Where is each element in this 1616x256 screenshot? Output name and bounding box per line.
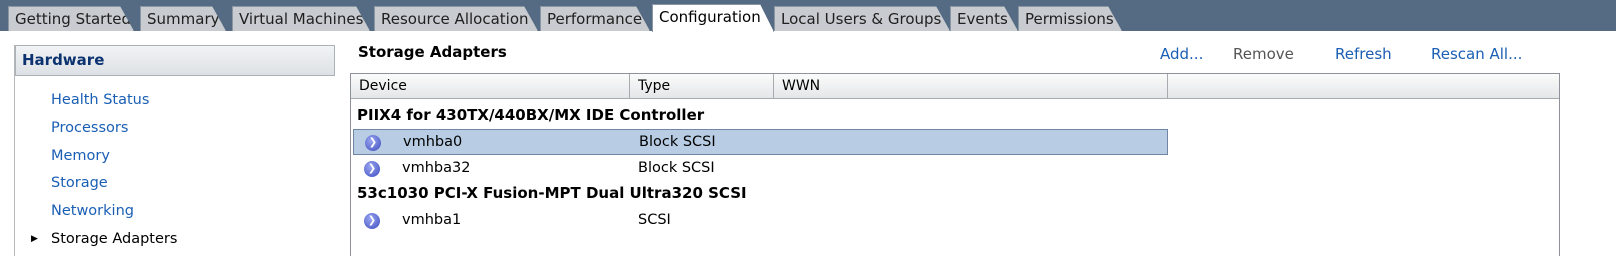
- column-header-type[interactable]: Type: [630, 74, 774, 98]
- nav-item-label: Storage Adapters: [51, 230, 178, 247]
- column-header-wwn[interactable]: WWN: [774, 74, 1168, 98]
- device-cell: vmhba1: [402, 212, 462, 228]
- hardware-nav-list: Health Status Processors Memory Storage …: [15, 87, 335, 254]
- nav-item-memory[interactable]: Memory: [15, 143, 335, 171]
- type-cell: Block SCSI: [638, 160, 715, 176]
- tab-getting-started[interactable]: Getting Started: [8, 6, 134, 31]
- table-row[interactable]: ❯ vmhba0 Block SCSI: [353, 129, 1168, 155]
- device-cell: vmhba0: [403, 134, 463, 150]
- type-cell: Block SCSI: [639, 134, 716, 150]
- tab-resource-allocation[interactable]: Resource Allocation: [374, 6, 538, 31]
- column-header-device[interactable]: Device: [351, 74, 630, 98]
- tab-bar: Getting Started Summary Virtual Machines…: [0, 0, 1616, 31]
- tab-performance[interactable]: Performance: [540, 6, 650, 31]
- storage-adapter-icon: ❯: [364, 161, 380, 177]
- tab-local-users-groups[interactable]: Local Users & Groups: [774, 6, 950, 31]
- type-cell: SCSI: [638, 212, 671, 228]
- adapter-group-header: PIIX4 for 430TX/440BX/MX IDE Controller: [357, 106, 705, 124]
- storage-adapter-icon: ❯: [365, 135, 381, 151]
- tab-permissions[interactable]: Permissions: [1018, 6, 1122, 31]
- triangle-right-icon: ▶: [31, 233, 38, 244]
- nav-item-processors[interactable]: Processors: [15, 115, 335, 143]
- rescan-all-button[interactable]: Rescan All...: [1431, 45, 1522, 63]
- remove-button[interactable]: Remove: [1233, 45, 1294, 63]
- column-header-blank[interactable]: [1168, 74, 1559, 98]
- table-header: Device Type WWN: [351, 74, 1559, 99]
- table-row[interactable]: ❯ vmhba1 SCSI: [353, 208, 1168, 234]
- add-button[interactable]: Add...: [1160, 45, 1203, 63]
- device-cell: vmhba32: [402, 160, 471, 176]
- adapter-group-header: 53c1030 PCI-X Fusion-MPT Dual Ultra320 S…: [357, 184, 747, 202]
- tab-configuration[interactable]: Configuration: [652, 4, 774, 32]
- hardware-panel: Hardware Health Status Processors Memory…: [14, 45, 335, 256]
- tab-events[interactable]: Events: [950, 6, 1018, 31]
- storage-adapters-table: Device Type WWN PIIX4 for 430TX/440BX/MX…: [350, 73, 1560, 256]
- nav-item-networking[interactable]: Networking: [15, 198, 335, 226]
- hardware-header[interactable]: Hardware: [15, 45, 335, 76]
- page-title: Storage Adapters: [358, 43, 507, 61]
- nav-item-storage-adapters[interactable]: ▶ Storage Adapters: [15, 226, 335, 254]
- nav-item-storage[interactable]: Storage: [15, 170, 335, 198]
- nav-item-health-status[interactable]: Health Status: [15, 87, 335, 115]
- refresh-button[interactable]: Refresh: [1335, 45, 1392, 63]
- tab-content-top: [0, 31, 1616, 37]
- table-row[interactable]: ❯ vmhba32 Block SCSI: [353, 156, 1168, 182]
- tab-summary[interactable]: Summary: [140, 6, 226, 31]
- storage-adapter-icon: ❯: [364, 213, 380, 229]
- tab-virtual-machines[interactable]: Virtual Machines: [232, 6, 370, 31]
